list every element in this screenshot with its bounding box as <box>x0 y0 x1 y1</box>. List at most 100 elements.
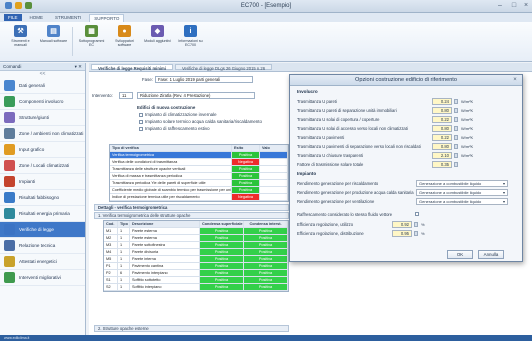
sidebar-item[interactable]: Risultati energia primaria <box>0 206 85 222</box>
generation-select[interactable]: Generazione a combustibile liquido <box>416 189 508 196</box>
parameter-value-input[interactable]: 0.24 <box>432 98 452 105</box>
section-dettagli[interactable]: Dettagli - verifica termoigrometrica <box>94 204 289 211</box>
minimize-icon[interactable]: – <box>493 1 507 11</box>
sidebar-item[interactable]: Risultati fabbisogno <box>0 190 85 206</box>
ribbon-button-moduli[interactable]: ◆ Moduli aggiuntivi <box>143 25 172 58</box>
checkbox[interactable] <box>139 119 143 124</box>
spin-button[interactable] <box>454 135 458 140</box>
ribbon-button-informazioni[interactable]: i Informazioni su EC700 <box>176 25 205 58</box>
parameter-value-input[interactable]: 0.80 <box>432 143 452 150</box>
section-verifica[interactable]: 1. Verifica termoigrometrica delle strut… <box>94 212 289 219</box>
spin-button[interactable] <box>414 222 418 227</box>
generation-select[interactable]: Generazione a combustibile liquido <box>416 180 508 187</box>
ok-button[interactable]: OK <box>447 250 473 259</box>
tab-requisiti-minimi[interactable]: Verifiche di legge Requisiti minimi <box>91 64 173 71</box>
spin-button[interactable] <box>454 144 458 149</box>
generation-select[interactable]: Generazione a combustibile liquido <box>416 198 508 205</box>
section-strutture-opache[interactable]: 2. Strutture opache esterne <box>94 325 289 332</box>
table-cell: Pavimento cantina <box>130 263 200 269</box>
ribbon-label: Manuali software <box>39 39 68 43</box>
sidebar-item[interactable]: Verifiche di legge <box>0 222 85 238</box>
table-row[interactable]: S2 1 Soffitto interpiano Positiva Positiva <box>104 284 288 291</box>
option-row[interactable]: Impianto di climatizzazione invernale <box>139 112 217 117</box>
table-row[interactable]: Coefficiente medio globale di scambio te… <box>110 187 288 194</box>
parameter-label: Trasmittanza U pavimenti di separazione … <box>297 144 421 149</box>
checkbox[interactable] <box>139 126 143 131</box>
spin-button[interactable] <box>454 153 458 158</box>
sidebar-item[interactable]: Interventi migliorativi <box>0 270 85 286</box>
table-row[interactable]: P1 1 Pavimento cantina Positiva Positiva <box>104 263 288 270</box>
collapse-button[interactable]: << <box>0 71 85 78</box>
check-box[interactable] <box>415 212 419 216</box>
section-impianto: Impianto <box>297 171 317 176</box>
table-row[interactable]: Trasmittanza delle strutture opache vert… <box>110 166 288 173</box>
intervento-select[interactable]: Riduzione Ziratla (Rev. 4 Prestazione) <box>137 92 255 99</box>
table-row[interactable]: M3 1 Parete sottofinestra Positiva Positiva <box>104 242 288 249</box>
status-cell: Positiva <box>200 228 244 234</box>
sidebar-item[interactable]: Componenti involucro <box>0 94 85 110</box>
pin-icon[interactable]: ▾ ✕ <box>75 64 82 69</box>
table-row[interactable]: Verifica delle condizioni di trasmittanz… <box>110 159 288 166</box>
ribbon-button-sviluppatori[interactable]: ● Sviluppatori software <box>110 25 139 58</box>
spin-button[interactable] <box>454 117 458 122</box>
tab-supporto[interactable]: SUPPORTO <box>89 13 125 22</box>
sidebar-item[interactable]: Dati generali <box>0 78 85 94</box>
parameter-value-input[interactable]: 0.95 <box>392 230 412 237</box>
spin-button[interactable] <box>454 162 458 167</box>
table-row[interactable]: M5 1 Parete interna Positiva Positiva <box>104 256 288 263</box>
parameter-value-input[interactable]: 0.80 <box>432 107 452 114</box>
status-badge: Positiva <box>232 187 260 193</box>
tab-file[interactable]: FILE <box>4 14 22 21</box>
table-row[interactable]: P2 6 Pavimento interpiano Positiva Positiva <box>104 270 288 277</box>
option-row[interactable]: Impianto solare termico acqua calda sani… <box>139 119 262 124</box>
table-row[interactable]: Indice di prestazione termica utile per … <box>110 194 288 201</box>
tab-strumenti[interactable]: STRUMENTI <box>51 14 85 21</box>
tab-dlgs[interactable]: Verifiche di legge DLgs 26 Giugno 2015 n… <box>174 64 273 71</box>
table-row[interactable]: M4 1 Parete divisoria Positiva Positiva <box>104 249 288 256</box>
check-row[interactable]: Raffrescamento considerato lo stesso flu… <box>297 211 517 218</box>
checkbox[interactable] <box>139 112 143 117</box>
verification-name: Verifica delle condizioni di trasmittanz… <box>110 159 232 165</box>
options-dialog: Opzioni costruzione edificio di riferime… <box>289 74 523 262</box>
options-title: Edifici di nuova costruzione <box>137 105 196 110</box>
parameter-value-input[interactable]: 0.92 <box>392 221 412 228</box>
sidebar-item[interactable]: Strutture/giunti <box>0 110 85 126</box>
ribbon-button-sottoprogrammi[interactable]: ▦ Sottoprogrammi EC <box>77 25 106 58</box>
parameter-row: Efficienza regolazione, distribuzione 0.9… <box>297 230 517 237</box>
spin-button[interactable] <box>454 99 458 104</box>
table-row[interactable]: S1 1 Soffitto sottotetto Positiva Positiva <box>104 277 288 284</box>
parameter-value-input[interactable]: 0.22 <box>432 134 452 141</box>
sidebar-item[interactable]: Attestati energetici <box>0 254 85 270</box>
certificate-icon <box>4 256 15 267</box>
table-row[interactable]: Trasmittanza periodica Yie delle pareti … <box>110 180 288 187</box>
spin-button[interactable] <box>414 231 418 236</box>
parameter-value-input[interactable]: 0.22 <box>432 116 452 123</box>
sidebar-item[interactable]: Relazione tecnica <box>0 238 85 254</box>
parameter-value-input[interactable]: 2.10 <box>432 152 452 159</box>
ribbon-button-strumenti[interactable]: ⚒ Strumenti e manuali <box>6 25 35 58</box>
table-row[interactable]: M2 1 Parete esterna Positiva Positiva <box>104 235 288 242</box>
close-icon[interactable]: × <box>519 1 532 11</box>
spin-button[interactable] <box>454 108 458 113</box>
intervento-number[interactable]: 11 <box>119 92 133 99</box>
parameter-value-input[interactable]: 0.80 <box>432 125 452 132</box>
fase-select[interactable]: Fase: 1 Luglio 2019 parti generali <box>155 76 253 83</box>
spin-button[interactable] <box>454 126 458 131</box>
dialog-close-icon[interactable]: × <box>511 77 519 84</box>
ribbon-button-manuali[interactable]: ▤ Manuali software <box>39 25 68 58</box>
option-row[interactable]: Impianto di raffrescamento estivo <box>139 126 210 131</box>
table-row[interactable]: Verifica termoigrometrica Positiva <box>110 152 288 159</box>
value-cell <box>260 194 288 200</box>
tab-home[interactable]: HOME <box>26 14 48 21</box>
parameter-value-input[interactable]: 0.35 <box>432 161 452 168</box>
sidebar-item[interactable]: Zone / Locali climatizzati <box>0 158 85 174</box>
window-title: EC700 - [Esempio] <box>240 3 292 9</box>
value-cell <box>260 152 288 158</box>
plant-icon <box>4 176 15 187</box>
table-row[interactable]: M1 1 Parete esterna Positiva Positiva <box>104 228 288 235</box>
table-row[interactable]: Verifica di massa e trasmittanza periodi… <box>110 173 288 180</box>
sidebar-item[interactable]: Zone / ambienti non climatizzati <box>0 126 85 142</box>
sidebar-item[interactable]: Input grafico <box>0 142 85 158</box>
sidebar-item[interactable]: Impianti <box>0 174 85 190</box>
cancel-button[interactable]: Annulla <box>478 250 504 259</box>
